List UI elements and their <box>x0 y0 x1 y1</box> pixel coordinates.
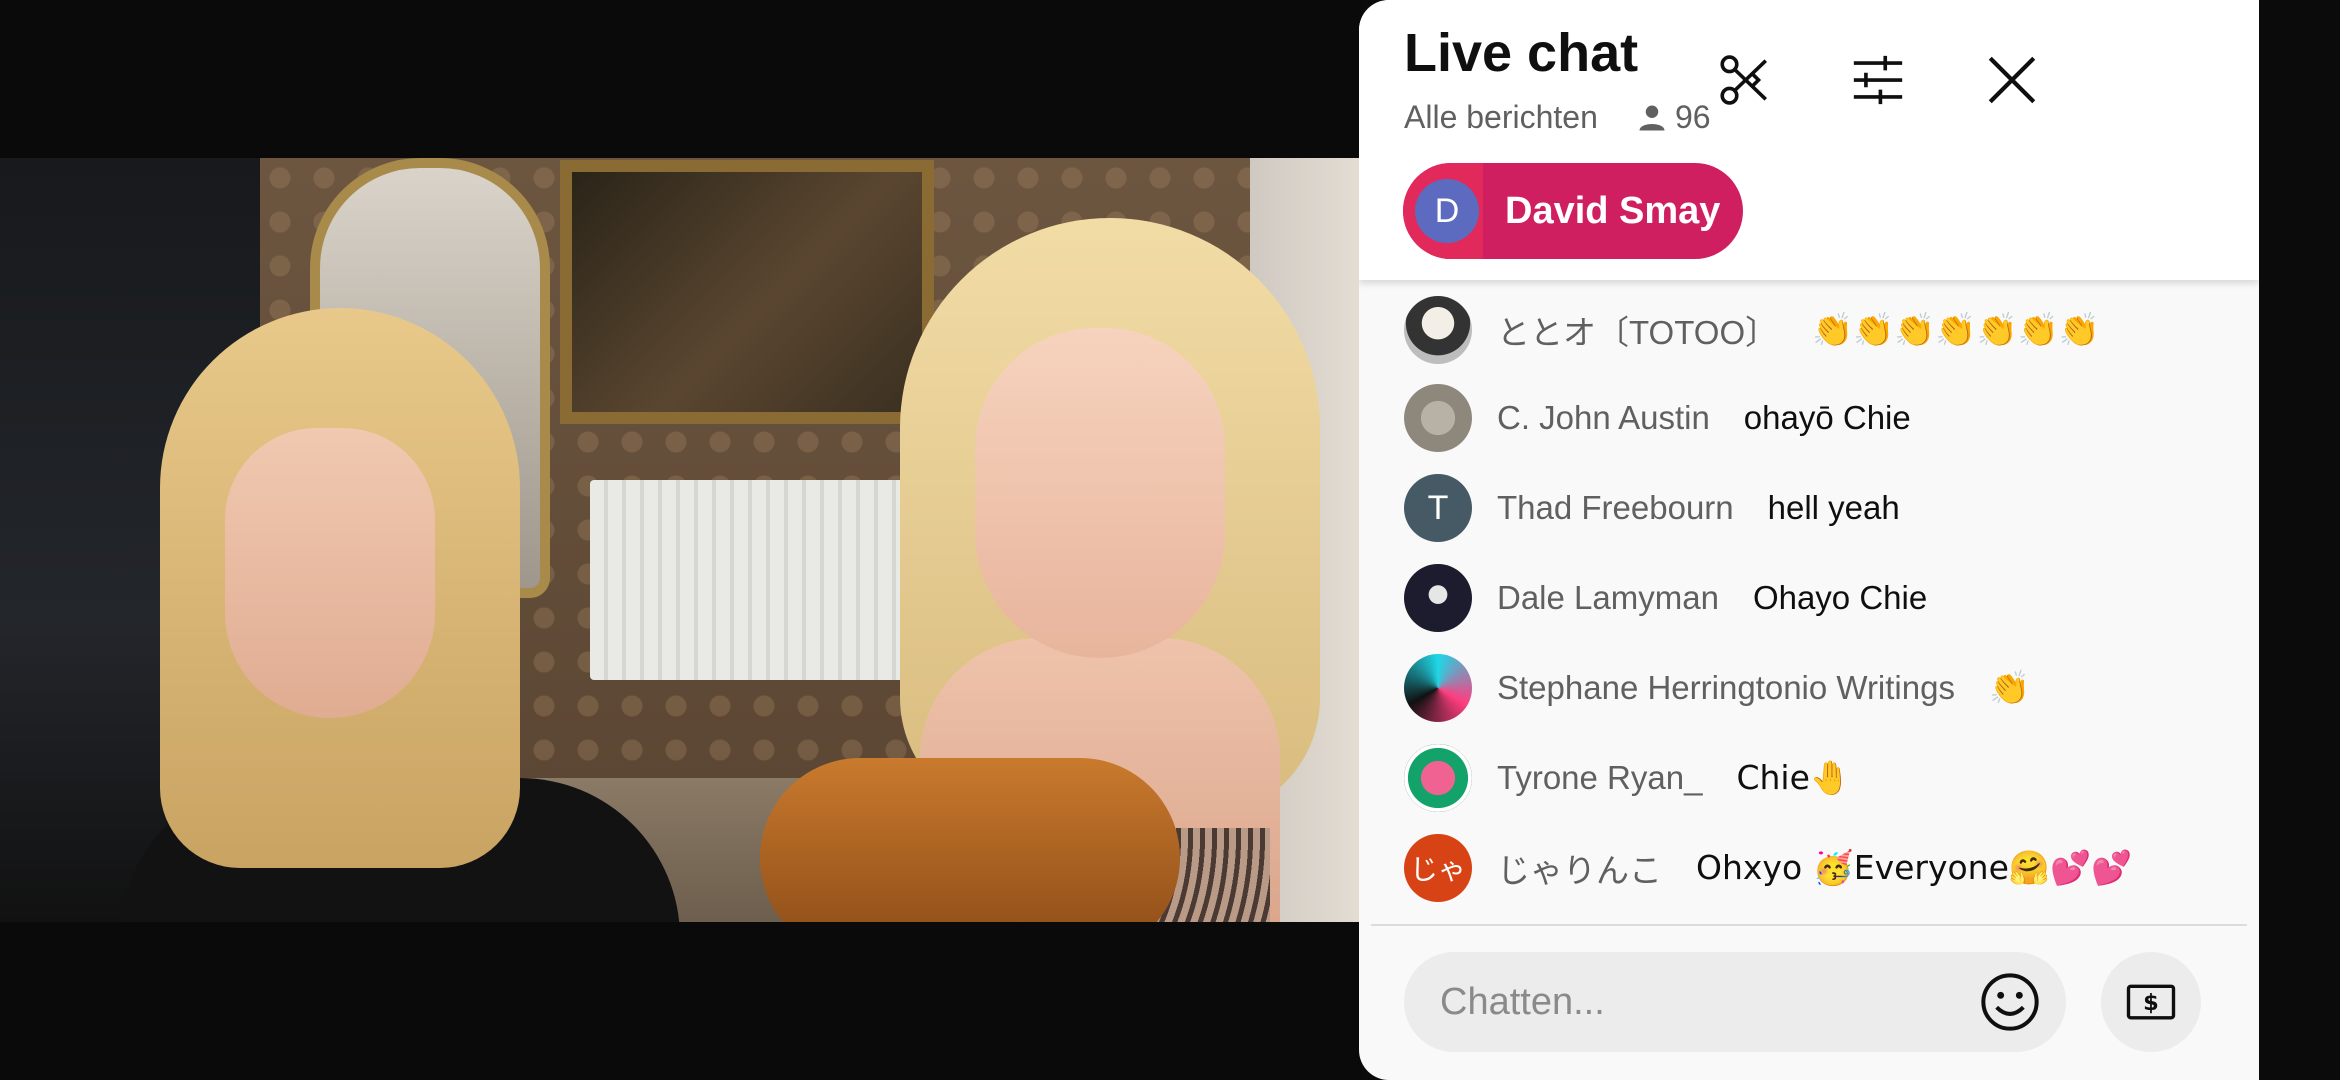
video-frame[interactable] <box>0 158 1362 922</box>
pinned-user-chip[interactable]: D David Smay <box>1403 163 1743 259</box>
chat-input[interactable] <box>1438 979 1962 1025</box>
message-text: 👏👏👏👏👏👏👏 <box>1812 310 2100 349</box>
message-text: ohayō Chie <box>1743 399 1911 436</box>
message-text: Ohxyo 🥳Everyone🤗💕💕 <box>1696 848 2133 887</box>
message-author: Dale Lamyman <box>1497 579 1719 616</box>
avatar[interactable]: T <box>1404 474 1472 542</box>
pinned-avatar-wrap: D <box>1403 163 1483 259</box>
chat-message: Stephane Herringtonio Writings 👏 <box>1404 654 2030 722</box>
video-player[interactable] <box>0 0 1362 1080</box>
message-author: C. John Austin <box>1497 399 1710 436</box>
emoji-icon[interactable] <box>1978 970 2042 1034</box>
message-author: Thad Freebourn <box>1497 489 1734 526</box>
person-icon <box>1639 105 1665 130</box>
superchat-button[interactable]: $ <box>2101 952 2201 1052</box>
close-chat-button[interactable] <box>1977 45 2047 115</box>
video-person-left <box>120 308 680 922</box>
screen-edge <box>2259 0 2340 1080</box>
avatar: D <box>1415 179 1479 243</box>
chat-input-box[interactable] <box>1404 952 2066 1052</box>
message-text: Ohayo Chie <box>1752 579 1928 616</box>
superchat-dollar-icon: $ <box>2126 984 2176 1020</box>
chat-message: ととオ〔TOTOO〕 👏👏👏👏👏👏👏 <box>1404 296 2100 364</box>
avatar[interactable] <box>1404 384 1472 452</box>
video-person-right <box>760 218 1360 922</box>
message-text: 👏 <box>1988 668 2031 707</box>
scissors-icon <box>1720 55 1768 105</box>
chat-message: C. John Austin ohayō Chie <box>1404 384 1911 452</box>
chat-settings-button[interactable] <box>1843 45 1913 115</box>
filter-sliders-icon <box>1853 55 1903 105</box>
chat-message: Tyrone Ryan_ Chie🤚 <box>1404 744 1851 812</box>
chat-mode-selector[interactable]: Alle berichten <box>1404 99 1598 136</box>
chat-title: Live chat <box>1404 23 1639 83</box>
close-icon <box>1988 56 2036 104</box>
viewer-count-value: 96 <box>1675 99 1711 135</box>
video-guitar <box>760 758 1180 922</box>
message-author: Tyrone Ryan_ <box>1497 759 1703 796</box>
chat-message: T Thad Freebourn hell yeah <box>1404 474 1900 542</box>
message-author: Stephane Herringtonio Writings <box>1497 669 1955 706</box>
message-text: Chie🤚 <box>1736 758 1851 797</box>
message-author: ととオ〔TOTOO〕 <box>1497 314 1779 351</box>
svg-text:$: $ <box>2143 990 2159 1016</box>
chat-message-list[interactable]: ととオ〔TOTOO〕 👏👏👏👏👏👏👏 C. John Austin ohayō … <box>1359 280 2259 922</box>
pinned-user-name: David Smay <box>1505 189 1721 232</box>
avatar[interactable] <box>1404 654 1472 722</box>
message-text: hell yeah <box>1767 489 1900 526</box>
message-author: じゃりんこ <box>1497 852 1662 889</box>
live-chat-panel: Live chat Alle berichten 96 D David Smay… <box>1359 0 2259 1080</box>
chat-message: Dale Lamyman Ohayo Chie <box>1404 564 1927 632</box>
avatar[interactable]: じゃ <box>1404 834 1472 902</box>
avatar[interactable] <box>1404 744 1472 812</box>
chat-message: じゃ じゃりんこ Ohxyo 🥳Everyone🤗💕💕 <box>1404 834 2132 902</box>
clip-button[interactable] <box>1709 45 1779 115</box>
avatar[interactable] <box>1404 296 1472 364</box>
avatar[interactable] <box>1404 564 1472 632</box>
chat-header: Live chat Alle berichten 96 D David Smay <box>1359 0 2259 280</box>
chat-divider <box>1371 924 2247 926</box>
viewer-count: 96 <box>1637 99 1711 136</box>
